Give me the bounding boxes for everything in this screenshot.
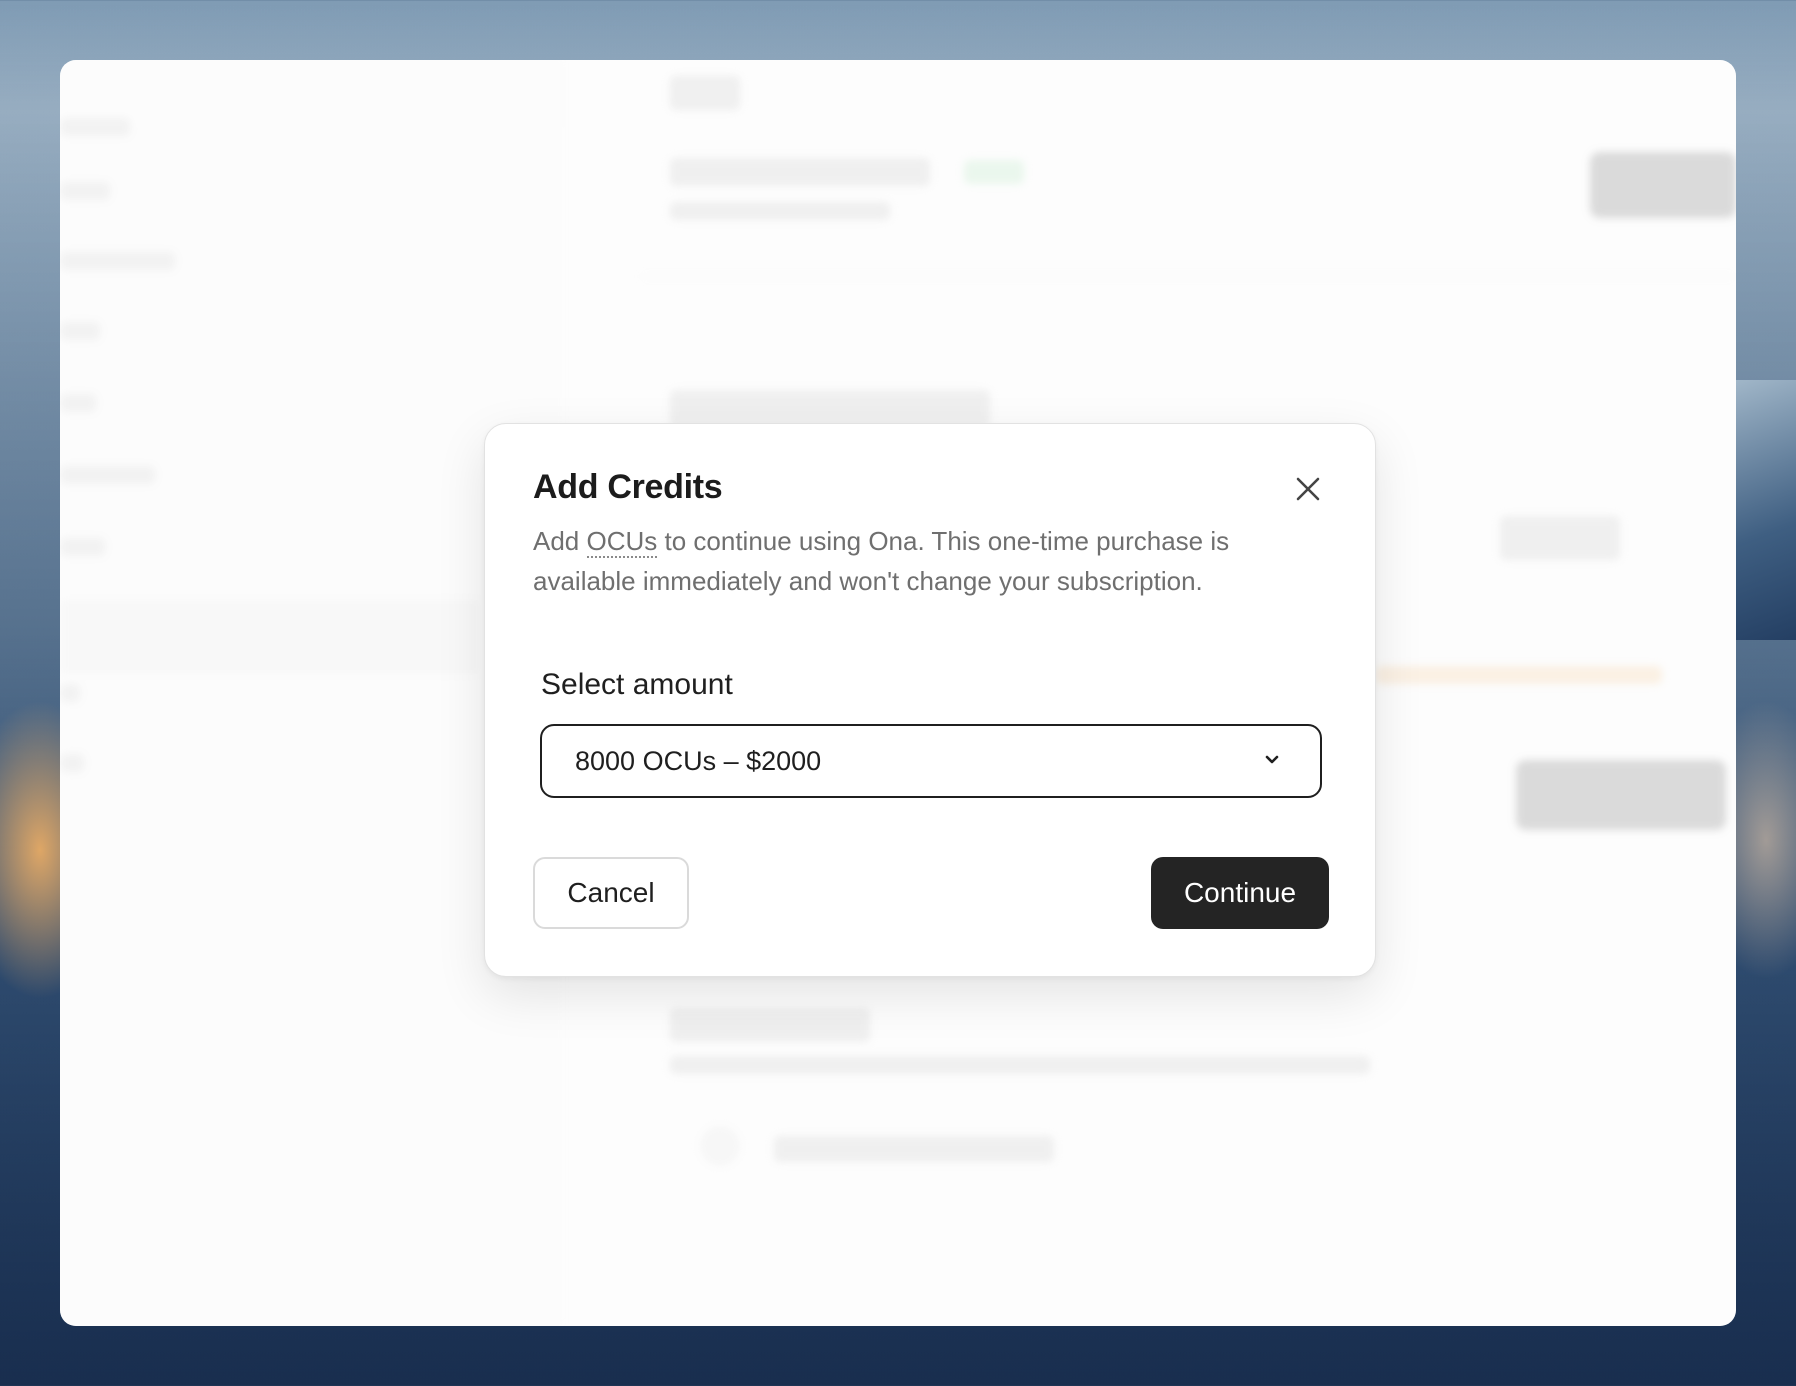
cancel-button[interactable]: Cancel: [533, 857, 689, 929]
select-amount-label: Select amount: [541, 668, 733, 701]
continue-button[interactable]: Continue: [1151, 857, 1329, 929]
add-credits-dialog: Add Credits Add OCUs to continue using O…: [484, 423, 1376, 977]
dialog-title: Add Credits: [533, 468, 723, 506]
close-button[interactable]: [1293, 474, 1323, 504]
description-prefix: Add: [533, 526, 587, 556]
close-icon: [1296, 477, 1320, 501]
dialog-description: Add OCUs to continue using Ona. This one…: [533, 521, 1323, 601]
selected-amount: 8000 OCUs – $2000: [575, 746, 822, 776]
amount-select[interactable]: 8000 OCUs – $2000: [540, 724, 1322, 798]
ocus-term-link[interactable]: OCUs: [586, 526, 658, 558]
chevron-down-icon: [1265, 755, 1279, 764]
